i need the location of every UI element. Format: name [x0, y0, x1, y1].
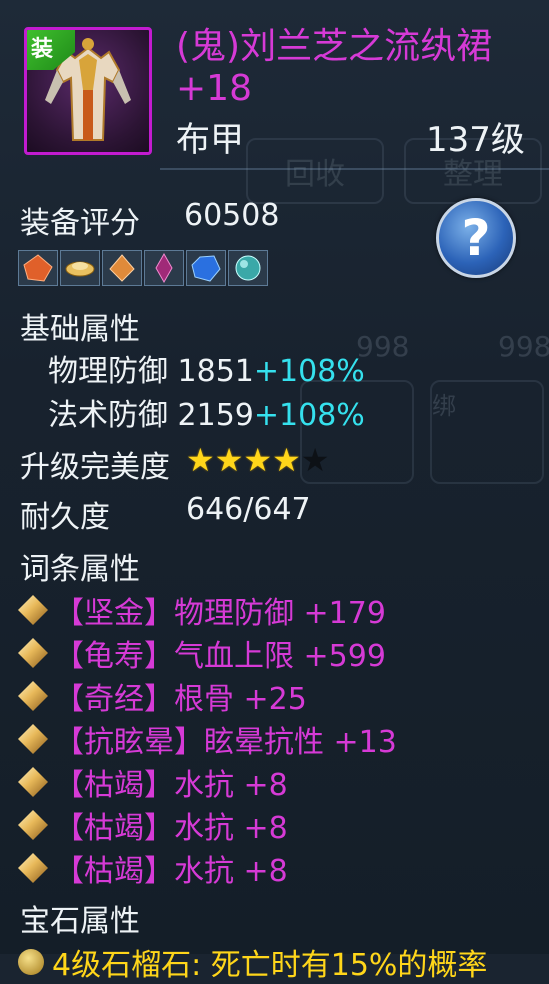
star-filled-icon: ★ — [214, 441, 244, 479]
stat-name: 法术防御 — [48, 398, 168, 433]
diamond-icon — [18, 638, 48, 668]
affix-row: 【抗眩晕】眩晕抗性 +13 — [18, 717, 397, 761]
perfection-label: 升级完美度 — [20, 450, 170, 485]
star-empty-icon: ★ — [300, 441, 330, 479]
diamond-icon — [18, 767, 48, 797]
gem-attribute-text: 4级石榴石: 死亡时有15%的概率 — [52, 948, 488, 983]
stat-bonus: +108% — [253, 398, 365, 433]
gem-slot[interactable] — [144, 250, 184, 286]
purple-crystal-icon — [155, 253, 173, 283]
gem-slots — [18, 250, 268, 286]
stat-value: 2159 — [177, 398, 254, 433]
orange-gem-icon — [23, 254, 53, 282]
gem-attributes-label: 宝石属性 — [20, 904, 140, 939]
affix-text: 【枯竭】水抗 +8 — [54, 768, 288, 803]
durability-value: 646/647 — [186, 492, 311, 527]
star-filled-icon: ★ — [243, 441, 273, 479]
gem-slot[interactable] — [228, 250, 268, 286]
teal-orb-icon — [235, 255, 261, 281]
star-filled-icon: ★ — [186, 441, 215, 479]
durability-label: 耐久度 — [20, 500, 110, 535]
stat-bonus: +108% — [253, 354, 365, 389]
score-label: 装备评分 — [20, 206, 140, 241]
diamond-icon — [18, 595, 48, 625]
gold-ingot-icon — [65, 261, 95, 277]
item-type: 布甲 — [176, 120, 244, 160]
gem-slot[interactable] — [18, 250, 58, 286]
base-attributes-label: 基础属性 — [20, 312, 140, 347]
item-level: 137级 — [426, 120, 525, 160]
stat-physical-defense: 物理防御 1851+108% — [48, 346, 365, 390]
affix-text: 【枯竭】水抗 +8 — [54, 854, 288, 889]
gem-slot[interactable] — [60, 250, 100, 286]
diamond-icon — [18, 810, 48, 840]
affix-text: 【抗眩晕】眩晕抗性 +13 — [54, 725, 397, 760]
help-button-label: ? — [461, 209, 491, 267]
affix-row: 【枯竭】水抗 +8 — [18, 803, 288, 847]
affix-row: 【坚金】物理防御 +179 — [18, 588, 386, 632]
gem-slot[interactable] — [186, 250, 226, 286]
gem-slot[interactable] — [102, 250, 142, 286]
diamond-icon — [18, 724, 48, 754]
help-button[interactable]: ? — [436, 198, 516, 278]
blue-gem-icon — [191, 255, 221, 282]
affix-text: 【奇经】根骨 +25 — [54, 682, 307, 717]
affix-row: 【龟寿】气血上限 +599 — [18, 631, 386, 675]
affix-text: 【龟寿】气血上限 +599 — [54, 639, 386, 674]
item-icon: 装 — [24, 27, 152, 155]
stat-magic-defense: 法术防御 2159+108% — [48, 390, 365, 434]
affix-row: 【奇经】根骨 +25 — [18, 674, 307, 718]
score-value: 60508 — [184, 198, 280, 233]
stat-value: 1851 — [177, 354, 254, 389]
affixes-label: 词条属性 — [20, 552, 140, 587]
gem-bullet-icon — [18, 949, 44, 975]
affix-row: 【枯竭】水抗 +8 — [18, 846, 288, 890]
stat-name: 物理防御 — [48, 354, 168, 389]
perfection-stars: ★ ★ ★ ★ ★ — [186, 444, 329, 476]
affix-text: 【坚金】物理防御 +179 — [54, 596, 386, 631]
diamond-icon — [18, 681, 48, 711]
amber-gem-icon — [109, 254, 135, 282]
diamond-icon — [18, 853, 48, 883]
item-tooltip: 装 (鬼)刘兰芝之流纨裙 +18 布甲 137级 装备评分 60508 ? 基础… — [0, 0, 549, 983]
affix-text: 【枯竭】水抗 +8 — [54, 811, 288, 846]
item-name: (鬼)刘兰芝之流纨裙 +18 — [176, 26, 493, 109]
star-filled-icon: ★ — [272, 441, 301, 479]
gem-attribute-line: 4级石榴石: 死亡时有15%的概率 — [18, 940, 487, 984]
affix-row: 【枯竭】水抗 +8 — [18, 760, 288, 804]
